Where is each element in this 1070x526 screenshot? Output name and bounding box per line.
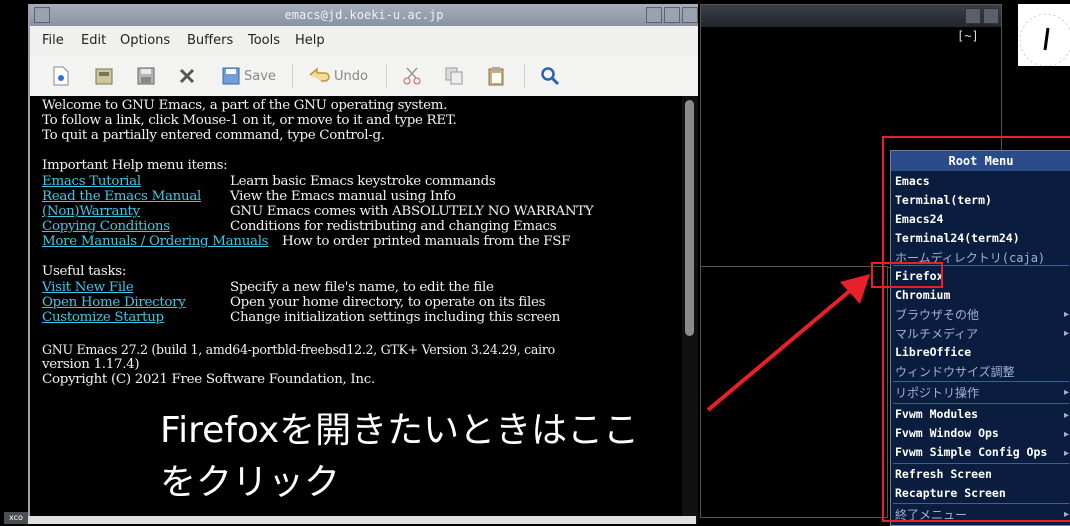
clock-widget (1018, 4, 1070, 67)
annotation-menu-highlight (882, 136, 1070, 522)
link-more-manuals[interactable]: More Manuals / Ordering Manuals (42, 234, 269, 249)
link-warranty[interactable]: (Non)Warranty (42, 204, 140, 219)
link-customize-startup[interactable]: Customize Startup (42, 310, 164, 325)
terminal-label: [~] (957, 29, 979, 43)
menu-tools[interactable]: Tools (248, 33, 280, 48)
annotation-arrow-icon (706, 274, 870, 412)
menu-edit[interactable]: Edit (81, 33, 106, 48)
menu-file[interactable]: File (42, 33, 64, 48)
undo-arrow-icon (309, 67, 330, 82)
link-visit-new-file[interactable]: Visit New File (42, 280, 134, 295)
terminal-titlebar[interactable] (701, 5, 1001, 27)
copy-icon[interactable] (444, 64, 464, 88)
version-line: GNU Emacs 27.2 (build 1, amd64-portbld-f… (42, 342, 555, 357)
save-button[interactable]: Save (222, 64, 276, 88)
toolbar-separator (292, 64, 293, 88)
close-icon[interactable] (178, 64, 196, 88)
toolbar-separator (386, 64, 387, 88)
help-desc: How to order printed manuals from the FS… (282, 234, 571, 249)
xconsole-label[interactable]: xco (4, 512, 28, 524)
help-desc: View the Emacs manual using Info (230, 189, 456, 204)
cut-scissors-icon[interactable] (402, 64, 422, 88)
save-label: Save (244, 68, 276, 84)
link-open-home[interactable]: Open Home Directory (42, 295, 186, 310)
link-read-manual[interactable]: Read the Emacs Manual (42, 189, 201, 204)
tasks-heading: Useful tasks: (42, 264, 127, 279)
save-disk-icon[interactable] (136, 64, 156, 88)
welcome-line: To follow a link, click Mouse-1 on it, o… (42, 113, 457, 128)
menu-buffers[interactable]: Buffers (187, 33, 233, 48)
task-desc: Specify a new file's name, to edit the f… (230, 280, 494, 295)
undo-button[interactable]: Undo (308, 64, 368, 88)
clock-face-icon (1019, 13, 1070, 67)
caption-line: Firefoxを開きたいときはここ (160, 410, 640, 451)
help-heading: Important Help menu items: (42, 158, 228, 173)
task-desc: Open your home directory, to operate on … (230, 295, 546, 310)
minimize-icon[interactable] (965, 8, 981, 24)
new-file-icon[interactable] (52, 64, 70, 88)
annotation-caption: Firefoxを開きたいときはここ をクリック (160, 405, 680, 509)
save-icon (222, 67, 240, 85)
help-desc: Conditions for redistributing and changi… (230, 219, 557, 234)
menu-help[interactable]: Help (295, 33, 325, 48)
menubar: File Edit Options Buffers Tools Help (30, 26, 698, 57)
caption-line: をクリック (160, 462, 341, 503)
maximize-icon[interactable] (682, 7, 698, 23)
task-desc: Change initialization settings including… (230, 310, 561, 325)
search-icon[interactable] (540, 64, 560, 88)
copyright-line: Copyright (C) 2021 Free Software Foundat… (42, 372, 375, 387)
link-copying-conditions[interactable]: Copying Conditions (42, 219, 170, 234)
undo-label: Undo (334, 68, 368, 84)
toolbar-separator (524, 64, 525, 88)
welcome-line: Welcome to GNU Emacs, a part of the GNU … (42, 98, 448, 113)
window-title: emacs@jd.koeki-u.ac.jp (284, 8, 444, 22)
window-bottom-edge (28, 516, 696, 524)
welcome-line: To quit a partially entered command, typ… (42, 128, 385, 143)
help-desc: GNU Emacs comes with ABSOLUTELY NO WARRA… (230, 204, 594, 219)
maximize-icon[interactable] (983, 8, 999, 24)
paste-clipboard-icon[interactable] (486, 64, 506, 88)
help-desc: Learn basic Emacs keystroke commands (230, 174, 496, 189)
iconify-icon[interactable] (664, 7, 680, 23)
version-line: version 1.17.4) (42, 357, 140, 372)
minimize-icon[interactable] (646, 7, 662, 23)
open-folder-icon[interactable] (94, 64, 114, 88)
menu-options[interactable]: Options (120, 33, 170, 48)
emacs-titlebar[interactable]: emacs@jd.koeki-u.ac.jp (30, 4, 698, 27)
toolbar: Save Undo (30, 56, 698, 97)
link-emacs-tutorial[interactable]: Emacs Tutorial (42, 174, 141, 189)
